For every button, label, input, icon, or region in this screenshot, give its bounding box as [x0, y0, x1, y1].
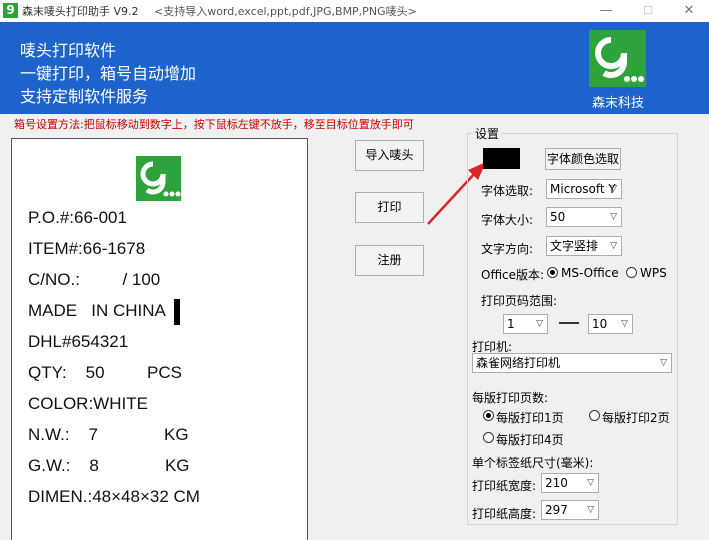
text-direction-value: 文字竖排: [550, 239, 599, 253]
banner-line-3: 支持定制软件服务: [20, 87, 149, 106]
label-color: COLOR:WHITE: [28, 394, 148, 413]
import-button[interactable]: 导入唛头: [355, 140, 424, 171]
label-net-weight: N.W.: 7 KG: [28, 425, 189, 444]
maximize-button[interactable]: ☐: [628, 0, 668, 22]
page-from-value: 1: [507, 317, 515, 331]
per-page-label: 每版打印页数:: [472, 391, 549, 405]
window-subtitle: <支持导入word,excel,ppt,pdf,JPG,BMP,PNG唛头>: [154, 5, 417, 18]
window-title: 森末唛头打印助手 V9.2: [22, 5, 139, 18]
print-button[interactable]: 打印: [355, 192, 424, 223]
page-from-select[interactable]: 1 ▽: [503, 314, 548, 334]
app-logo-icon: 9: [3, 3, 18, 18]
brand-name: 森末科技: [591, 96, 644, 111]
label-qty: QTY: 50 PCS: [28, 363, 182, 382]
chevron-down-icon: ▽: [660, 358, 667, 368]
font-size-value: 50: [550, 210, 566, 224]
text-direction-label: 文字方向:: [481, 242, 534, 256]
box-number-hint: 箱号设置方法:把鼠标移动到数字上，按下鼠标左键不放手，移至目标位置放手即可: [14, 118, 414, 131]
banner-line-2: 一键打印，箱号自动增加: [20, 64, 197, 83]
office-wps-label[interactable]: WPS: [640, 266, 667, 280]
chevron-down-icon: ▽: [621, 319, 628, 329]
label-item: ITEM#:66-1678: [28, 239, 146, 258]
page-range-label: 打印页码范围:: [481, 294, 558, 308]
office-ms-radio[interactable]: [547, 267, 558, 278]
per-page-2-radio[interactable]: [589, 410, 600, 421]
chevron-down-icon: ▽: [587, 505, 594, 515]
printer-select[interactable]: 森雀网络打印机 ▽: [472, 353, 672, 373]
per-page-1-radio[interactable]: [483, 410, 494, 421]
paper-width-label: 打印纸宽度:: [472, 479, 537, 493]
settings-legend: 设置: [473, 125, 502, 142]
chevron-down-icon: ▽: [610, 212, 617, 222]
label-dhl: DHL#654321: [28, 332, 129, 351]
per-page-4-radio[interactable]: [483, 432, 494, 443]
label-carton-number[interactable]: C/NO.: / 100: [28, 270, 160, 290]
office-ms-label[interactable]: MS-Office: [561, 266, 619, 280]
font-color-swatch: [483, 148, 520, 169]
minimize-button[interactable]: —: [586, 0, 626, 22]
printer-value: 森雀网络打印机: [476, 356, 561, 370]
register-button[interactable]: 注册: [355, 245, 424, 276]
font-size-label: 字体大小:: [481, 213, 534, 227]
close-button[interactable]: ✕: [669, 0, 709, 22]
font-select[interactable]: Microsoft Y ▽: [546, 179, 622, 199]
brand-logo-icon: [589, 30, 646, 87]
text-direction-select[interactable]: 文字竖排 ▽: [546, 236, 622, 256]
chevron-down-icon: ▽: [610, 241, 617, 251]
label-logo-icon: [136, 156, 181, 201]
page-to-select[interactable]: 10 ▽: [588, 314, 633, 334]
banner-line-1: 唛头打印软件: [20, 41, 117, 60]
office-wps-radio[interactable]: [626, 267, 637, 278]
chevron-down-icon: ▽: [587, 478, 594, 488]
office-version-label: Office版本:: [481, 268, 545, 282]
paper-height-select[interactable]: 297 ▽: [541, 500, 599, 520]
label-preview-panel[interactable]: P.O.#:66-001 ITEM#:66-1678 C/NO.: / 100 …: [11, 138, 308, 540]
paper-height-value: 297: [545, 503, 568, 517]
label-dimensions: DIMEN.:48×48×32 CM: [28, 487, 200, 506]
header-banner: 唛头打印软件 一键打印，箱号自动增加 支持定制软件服务 森末科技: [0, 22, 709, 114]
paper-height-label: 打印纸高度:: [472, 507, 537, 521]
paper-width-select[interactable]: 210 ▽: [541, 473, 599, 493]
text-cursor-icon: [174, 299, 180, 325]
per-page-2-label[interactable]: 每版打印2页: [602, 409, 670, 426]
label-size-label: 单个标签纸尺寸(毫米):: [472, 456, 594, 470]
label-made-in: MADE IN CHINA: [28, 301, 166, 320]
font-size-select[interactable]: 50 ▽: [546, 207, 622, 227]
title-bar: 9 森末唛头打印助手 V9.2 <支持导入word,excel,ppt,pdf,…: [0, 0, 709, 22]
paper-width-value: 210: [545, 476, 568, 490]
chevron-down-icon: ▽: [610, 184, 617, 194]
per-page-1-label[interactable]: 每版打印1页: [496, 409, 564, 426]
font-select-label: 字体选取:: [481, 184, 534, 198]
label-gross-weight: G.W.: 8 KG: [28, 456, 190, 475]
per-page-4-label[interactable]: 每版打印4页: [496, 431, 564, 448]
range-separator: [559, 322, 579, 324]
label-po: P.O.#:66-001: [28, 208, 127, 227]
font-color-button[interactable]: 字体颜色选取: [545, 148, 621, 170]
page-to-value: 10: [592, 317, 608, 331]
chevron-down-icon: ▽: [536, 319, 543, 329]
font-select-value: Microsoft Y: [550, 182, 616, 196]
